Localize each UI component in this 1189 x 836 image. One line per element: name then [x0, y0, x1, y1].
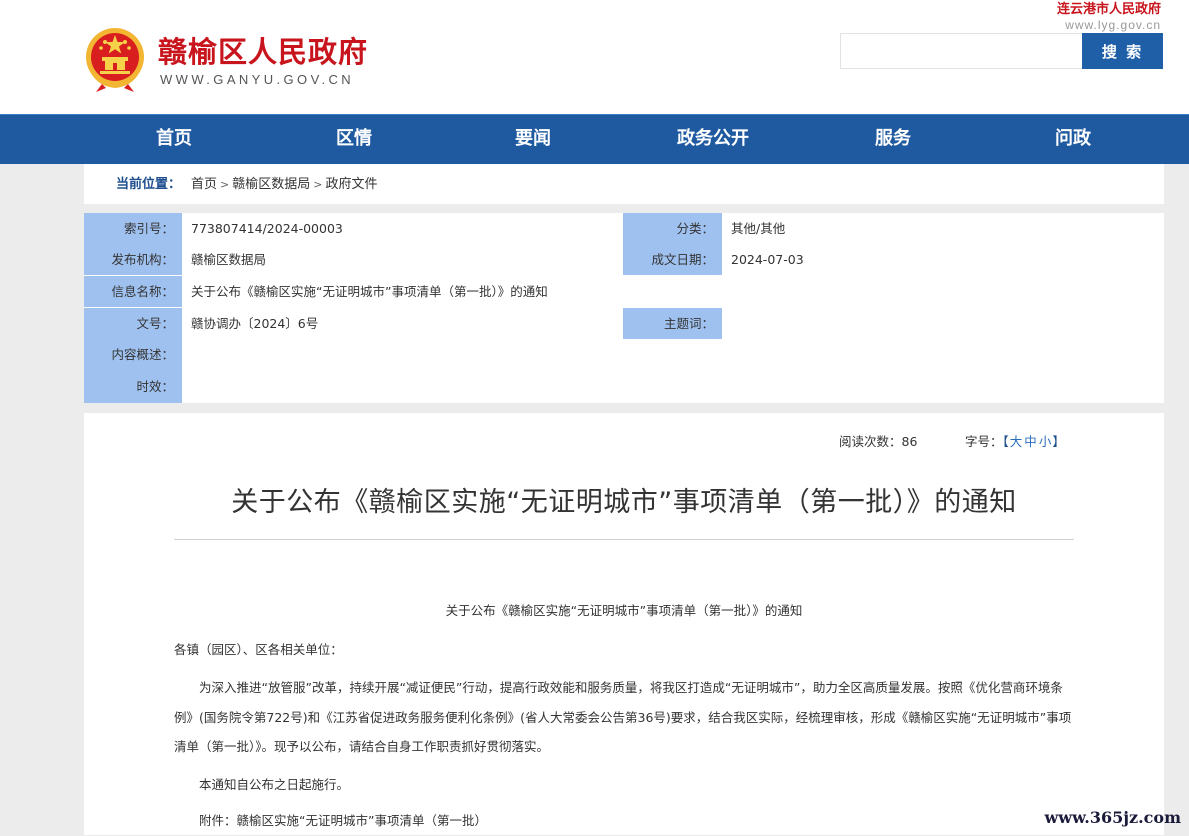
font-size-bracket-close: 】 [1052, 434, 1065, 449]
article-paragraph: 本通知自公布之日起施行。 [199, 777, 350, 792]
article-attachment[interactable]: 附件：赣榆区实施“无证明城市”事项清单（第一批） [174, 806, 1079, 836]
search-input[interactable] [840, 33, 1082, 69]
font-size-bracket-open: 【 [1002, 434, 1009, 449]
font-size-medium-link[interactable]: 中 [1024, 434, 1037, 449]
category-value: 其他/其他 [731, 221, 786, 236]
article-title: 关于公布《赣榆区实施“无证明城市”事项清单（第一批）》的通知 [231, 487, 1017, 518]
font-size-control: 字号：【大中小】 [965, 431, 1065, 450]
chevron-right-icon: > [313, 178, 323, 191]
view-count-value: 86 [901, 434, 918, 449]
site-header: 赣榆区人民政府 WWW.GANYU.GOV.CN 连云港市人民政府 www.ly… [0, 0, 1189, 114]
font-size-label: 字号： [965, 434, 1003, 449]
article-content: 阅读次数：86 字号：【大中小】 关于公布《赣榆区实施“无证明城市”事项清单（第… [84, 413, 1164, 835]
index-no-value: 773807414/2024-00003 [191, 221, 343, 236]
publisher-value: 赣榆区数据局 [191, 252, 267, 267]
search-button[interactable]: 搜 索 [1082, 33, 1163, 69]
breadcrumb-label: 当前位置： [116, 177, 182, 192]
font-size-large-link[interactable]: 大 [1010, 434, 1023, 449]
nav-item-district-info[interactable]: 区情 [264, 115, 444, 164]
date-label: 成文日期： [623, 244, 722, 275]
parent-site-domain: www.lyg.gov.cn [1065, 18, 1161, 32]
index-no-label: 索引号： [84, 213, 182, 244]
site-name[interactable]: 赣榆区人民政府 [158, 34, 368, 70]
title-divider [174, 539, 1074, 540]
watermark-text: www.365jz.com [1044, 808, 1181, 827]
nav-item-services[interactable]: 服务 [803, 115, 983, 164]
parent-site-link[interactable]: 连云港市人民政府 www.lyg.gov.cn [1057, 2, 1161, 33]
breadcrumb-path: 首页 > 赣榆区数据局 > 政府文件 [191, 164, 377, 206]
validity-label: 时效： [84, 370, 182, 403]
info-name-label: 信息名称： [84, 276, 182, 307]
doc-no-value: 赣协调办〔2024〕6号 [191, 316, 319, 331]
view-count-label: 阅读次数： [839, 434, 902, 449]
date-value: 2024-07-03 [731, 252, 804, 267]
breadcrumb: 当前位置： 首页 > 赣榆区数据局 > 政府文件 [84, 164, 1164, 204]
article-paragraph: 为深入推进“放管服”改革，持续开展“减证便民”行动，提高行政效能和服务质量，将我… [174, 680, 1072, 754]
main-nav: 首页 区情 要闻 政务公开 服务 问政 [0, 114, 1189, 164]
document-metadata-table: 索引号： 773807414/2024-00003 分类： 其他/其他 发布机构… [84, 213, 1164, 403]
article-body-heading: 关于公布《赣榆区实施“无证明城市”事项清单（第一批）》的通知 [445, 603, 803, 618]
breadcrumb-item-home[interactable]: 首页 [191, 177, 217, 192]
category-label: 分类： [623, 213, 722, 244]
nav-item-government-affairs[interactable]: 政务公开 [623, 115, 803, 164]
keywords-label: 主题词： [623, 308, 722, 339]
parent-site-name[interactable]: 连云港市人民政府 [1057, 2, 1161, 18]
national-emblem-icon[interactable] [84, 26, 146, 92]
nav-item-inquiry[interactable]: 问政 [983, 115, 1163, 164]
nav-item-home[interactable]: 首页 [84, 115, 264, 164]
breadcrumb-item-gov-documents[interactable]: 政府文件 [325, 177, 377, 192]
font-size-small-link[interactable]: 小 [1039, 434, 1052, 449]
view-count: 阅读次数：86 [839, 431, 917, 450]
summary-label: 内容概述： [84, 339, 182, 370]
doc-no-label: 文号： [84, 308, 182, 339]
chevron-right-icon: > [220, 178, 230, 191]
site-domain: WWW.GANYU.GOV.CN [160, 72, 355, 87]
publisher-label: 发布机构： [84, 244, 182, 275]
breadcrumb-item-data-bureau[interactable]: 赣榆区数据局 [232, 177, 310, 192]
nav-item-news[interactable]: 要闻 [443, 115, 623, 164]
article-salutation: 各镇（园区）、区各相关单位： [174, 642, 343, 657]
info-name-value: 关于公布《赣榆区实施“无证明城市”事项清单（第一批）》的通知 [191, 284, 548, 299]
